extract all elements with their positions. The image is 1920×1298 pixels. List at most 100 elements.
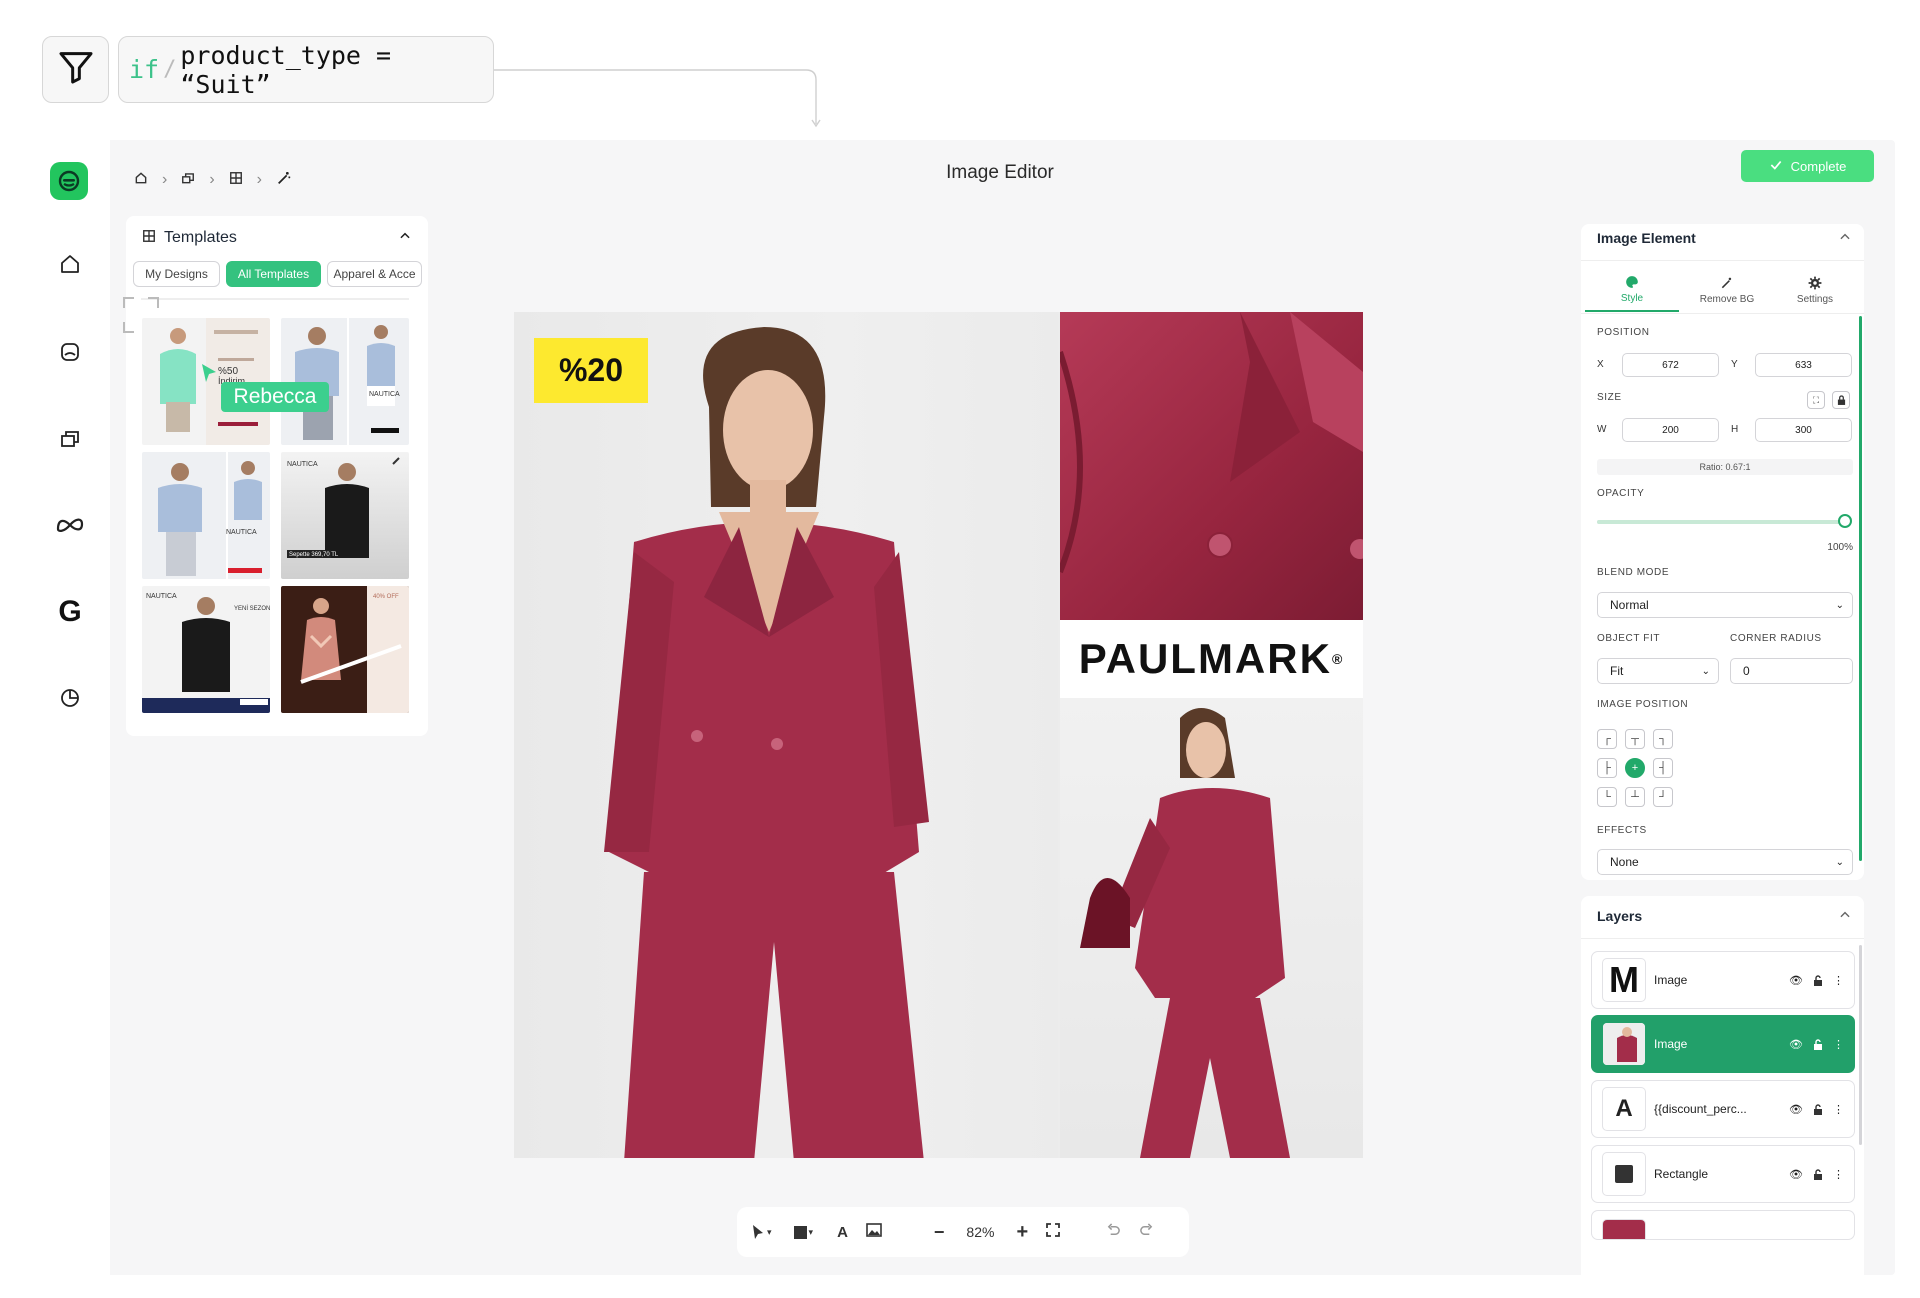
eye-icon[interactable]: 👁 (1789, 1168, 1803, 1181)
filter-button[interactable] (42, 36, 109, 103)
chevron-up-icon[interactable] (398, 229, 412, 248)
width-input[interactable]: 200 (1622, 418, 1719, 442)
effects-select[interactable]: None ⌄ (1597, 849, 1853, 875)
svg-text:NAUTICA: NAUTICA (369, 391, 400, 398)
tab-my-designs[interactable]: My Designs (133, 261, 220, 287)
template-thumbnail[interactable]: NAUTICA Sepette 369,70 TL (281, 452, 409, 579)
text-tool-button[interactable]: A (837, 1224, 848, 1241)
undo-button[interactable] (1106, 1222, 1121, 1242)
h-label: H (1731, 424, 1739, 435)
opacity-slider-track[interactable] (1597, 520, 1845, 524)
position-bottom-center[interactable]: ┴ (1625, 787, 1645, 807)
height-input[interactable]: 300 (1755, 418, 1852, 442)
inspector-scrollbar[interactable] (1859, 316, 1862, 861)
layer-row[interactable] (1591, 1210, 1855, 1240)
google-icon: G (58, 595, 82, 628)
tab-all-templates[interactable]: All Templates (226, 261, 321, 287)
lock-ratio-button[interactable] (1832, 391, 1850, 409)
discount-badge[interactable]: %20 (534, 338, 648, 403)
position-top-center[interactable]: ┬ (1625, 729, 1645, 749)
zoom-out-button[interactable]: − (934, 1222, 945, 1243)
nav-home[interactable] (52, 246, 88, 282)
layer-row-selected[interactable]: Image 👁 ⋮ (1591, 1015, 1855, 1073)
eye-icon[interactable]: 👁 (1789, 1103, 1803, 1116)
object-fit-select[interactable]: Fit ⌄ (1597, 658, 1719, 684)
plus-icon: + (1016, 1220, 1029, 1243)
chevron-up-icon[interactable] (1838, 908, 1852, 927)
stack-icon[interactable] (181, 171, 195, 190)
layer-row[interactable]: Rectangle 👁 ⋮ (1591, 1145, 1855, 1203)
opacity-slider-thumb[interactable] (1838, 514, 1852, 528)
layers-scrollbar[interactable] (1859, 945, 1862, 1145)
unlock-icon[interactable] (1813, 1168, 1823, 1180)
nav-analytics[interactable] (52, 680, 88, 716)
more-icon[interactable]: ⋮ (1833, 1168, 1844, 1181)
chevron-down-icon: ⌄ (1701, 665, 1710, 677)
position-top-right[interactable]: ┐ (1653, 729, 1673, 749)
complete-button[interactable]: Complete (1741, 150, 1874, 182)
template-thumbnail[interactable]: NAUTICA (142, 452, 270, 579)
tab-remove-bg[interactable]: Remove BG (1680, 268, 1774, 312)
canvas-secondary-photo[interactable] (1060, 698, 1363, 1158)
shape-tool-button[interactable]: ▾ (793, 1225, 814, 1239)
home-icon[interactable] (134, 171, 148, 190)
tab-apparel[interactable]: Apparel & Acce (327, 261, 422, 287)
app-logo[interactable] (50, 162, 88, 200)
position-bottom-left[interactable]: └ (1597, 787, 1617, 807)
model-with-bag-photo (1080, 708, 1290, 1158)
more-icon[interactable]: ⋮ (1833, 974, 1844, 987)
brand-logo-text[interactable]: PAULMARK ® (1060, 620, 1363, 698)
more-icon[interactable]: ⋮ (1833, 1103, 1844, 1116)
unlock-icon[interactable] (1813, 1038, 1823, 1050)
nav-meta[interactable] (52, 507, 88, 543)
more-icon[interactable]: ⋮ (1833, 1038, 1844, 1051)
canvas-detail-photo[interactable] (1060, 312, 1363, 620)
fit-size-button[interactable]: ⛶ (1807, 391, 1825, 409)
effects-label: EFFECTS (1597, 825, 1647, 836)
tab-settings[interactable]: Settings (1768, 268, 1862, 312)
zoom-in-button[interactable]: + (1016, 1221, 1028, 1244)
layer-thumbnail (1602, 1152, 1646, 1196)
template-thumbnail[interactable]: 40% OFF (281, 586, 409, 713)
grid-icon[interactable] (229, 171, 243, 190)
magic-wand-icon[interactable] (276, 170, 292, 191)
chevron-down-icon: ⌄ (1835, 599, 1844, 611)
templates-header[interactable]: Templates (142, 226, 412, 250)
y-input[interactable]: 633 (1755, 353, 1852, 377)
divider (1581, 313, 1864, 314)
corner-radius-label: CORNER RADIUS (1730, 633, 1822, 644)
chevron-down-icon: ▾ (808, 1226, 814, 1237)
position-center[interactable]: + (1625, 758, 1645, 778)
nav-google[interactable]: G (52, 594, 88, 630)
unlock-icon[interactable] (1813, 974, 1823, 986)
position-top-left[interactable]: ┌ (1597, 729, 1617, 749)
chevron-right-icon: › (209, 171, 215, 188)
position-bottom-right[interactable]: ┘ (1653, 787, 1673, 807)
layer-row[interactable]: M Image 👁 ⋮ (1591, 951, 1855, 1009)
eye-icon[interactable]: 👁 (1789, 974, 1803, 987)
nav-designs[interactable] (52, 420, 88, 456)
chevron-right-icon: › (256, 171, 262, 188)
layer-thumb-text: A (1615, 1095, 1633, 1122)
chevron-up-icon[interactable] (1838, 230, 1852, 249)
nav-gallery[interactable] (52, 334, 88, 370)
redo-button[interactable] (1139, 1222, 1154, 1242)
unlock-icon[interactable] (1813, 1103, 1823, 1115)
tab-style[interactable]: Style (1585, 268, 1679, 312)
position-middle-left[interactable]: ├ (1597, 758, 1617, 778)
select-tool-button[interactable]: ▾ (751, 1224, 772, 1240)
fit-screen-button[interactable] (1046, 1223, 1061, 1241)
corner-bottom-right-icon: ┘ (1659, 791, 1667, 803)
corner-radius-input[interactable]: 0 (1730, 658, 1853, 684)
image-tool-button[interactable] (866, 1223, 882, 1241)
eye-icon[interactable]: 👁 (1789, 1038, 1803, 1051)
size-label: SIZE (1597, 392, 1622, 403)
position-middle-right[interactable]: ┤ (1653, 758, 1673, 778)
canvas-main-photo[interactable] (514, 312, 1058, 1158)
layer-row[interactable]: A {{discount_perc... 👁 ⋮ (1591, 1080, 1855, 1138)
page-title: Image Editor (946, 162, 1054, 183)
blend-mode-select[interactable]: Normal ⌄ (1597, 592, 1853, 618)
home-icon (61, 255, 79, 273)
x-input[interactable]: 672 (1622, 353, 1719, 377)
template-thumbnail[interactable]: NAUTICA YENİ SEZON (142, 586, 270, 713)
